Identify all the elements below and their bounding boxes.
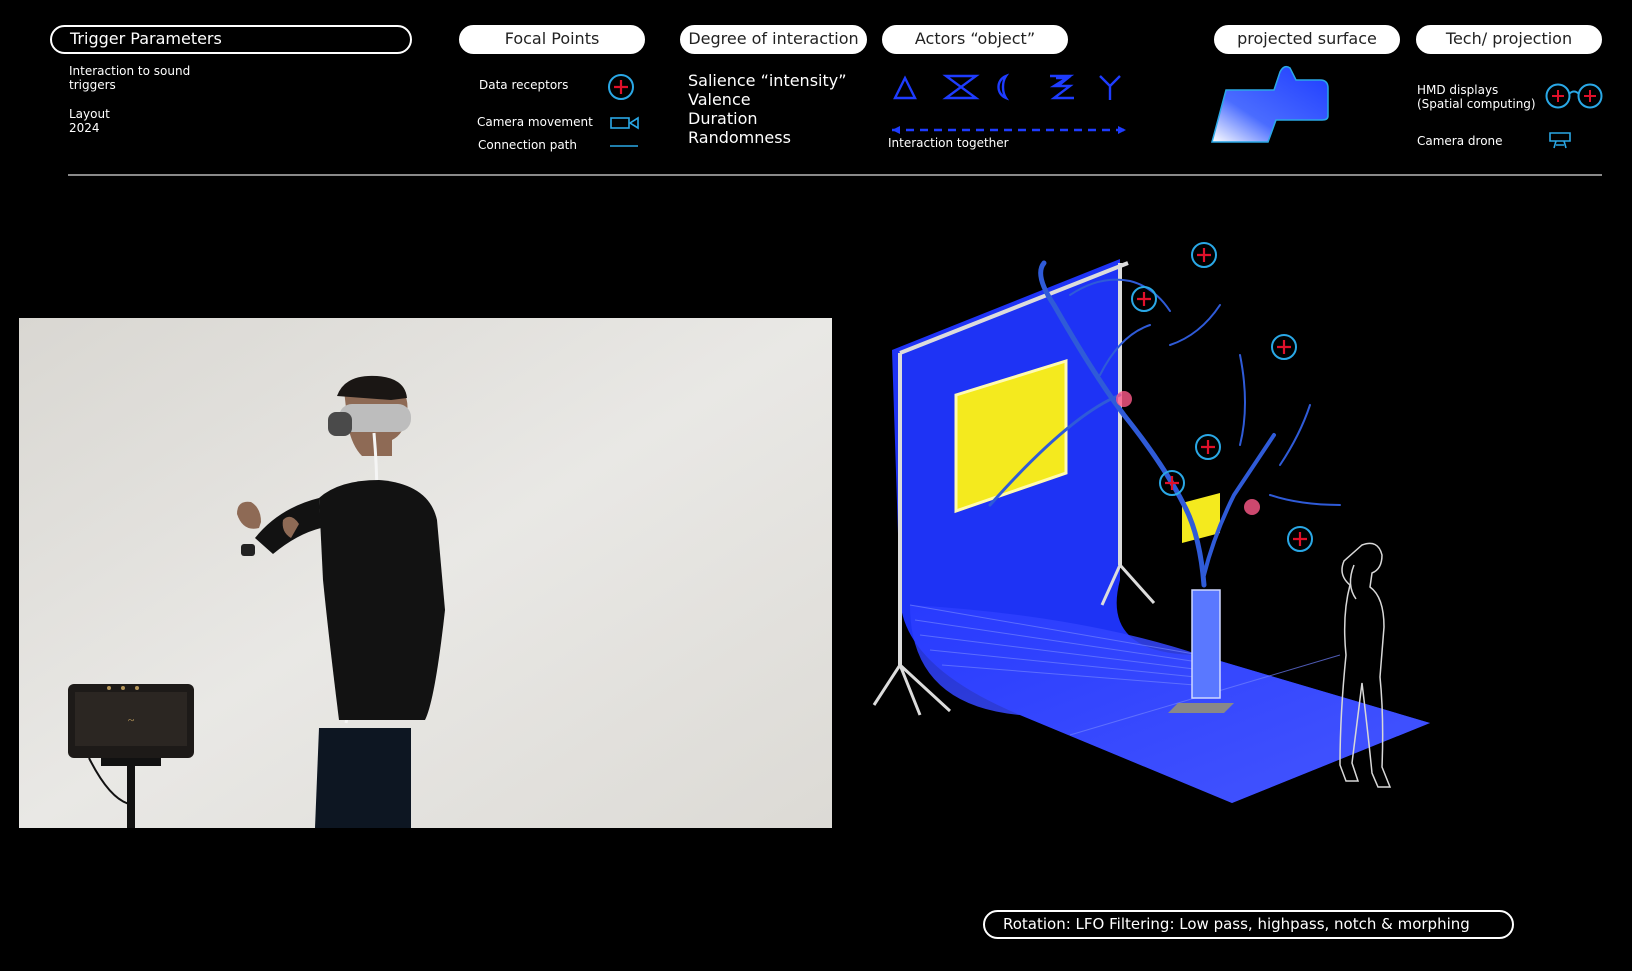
focal-item-connection-path: Connection path [478,138,577,152]
installation-photo: ~ [19,318,832,828]
glasses-icon [1545,83,1603,109]
rotation-pill: Rotation: LFO Filtering: Low pass, highp… [983,910,1514,939]
degree-list: Salience “intensity” Valence Duration Ra… [688,71,847,147]
surface-title: projected surface [1237,29,1377,48]
drone-icon [1549,132,1571,149]
crescent-icon [997,73,1010,101]
camera-icon [610,116,639,130]
focal-points-pill: Focal Points [459,25,645,54]
degree-title: Degree of interaction [688,29,859,48]
double-s-icon [1049,74,1075,100]
hourglass-icon [942,74,980,100]
photo-drawing: ~ [19,318,832,828]
focal-item-data-receptors: Data receptors [479,78,569,92]
trigger-parameters-pill: Trigger Parameters [50,25,412,54]
tech-projection-pill: Tech/ projection [1416,25,1602,54]
degree-item-randomness: Randomness [688,128,791,147]
actors-title: Actors “object” [914,29,1036,48]
focal-item-camera-movement: Camera movement [477,115,593,129]
degree-of-interaction-pill: Degree of interaction [680,25,867,54]
installation-illustration [872,242,1430,803]
tech-title: Tech/ projection [1445,29,1573,48]
focal-points-title: Focal Points [504,29,600,48]
header-divider [68,174,1602,176]
fork-icon [1099,75,1121,100]
tech-hmd: HMD displays (Spatial computing) [1417,83,1536,111]
triangle-icon [893,75,917,100]
pedestal [1191,589,1221,699]
line-icon [610,145,638,147]
degree-item-salience: Salience “intensity” [688,71,847,90]
layout-label: Layout 2024 [69,107,110,135]
degree-item-valence: Valence [688,90,751,109]
degree-item-duration: Duration [688,109,758,128]
trigger-desc: Interaction to sound triggers [69,64,191,92]
projected-surface-pill: projected surface [1214,25,1400,54]
projected-surface-icon [1211,65,1329,143]
svg-text:~: ~ [128,713,135,727]
plus-circle-icon [608,74,634,100]
rotation-label: Rotation: LFO Filtering: Low pass, highp… [1003,915,1470,933]
actors-icons [892,73,1126,134]
floor [910,605,1430,803]
data-receptors [1131,242,1313,552]
trigger-parameters-title: Trigger Parameters [70,29,222,48]
actors-caption: Interaction together [888,136,1009,150]
actors-pill: Actors “object” [882,25,1068,54]
tech-drone: Camera drone [1417,134,1503,148]
